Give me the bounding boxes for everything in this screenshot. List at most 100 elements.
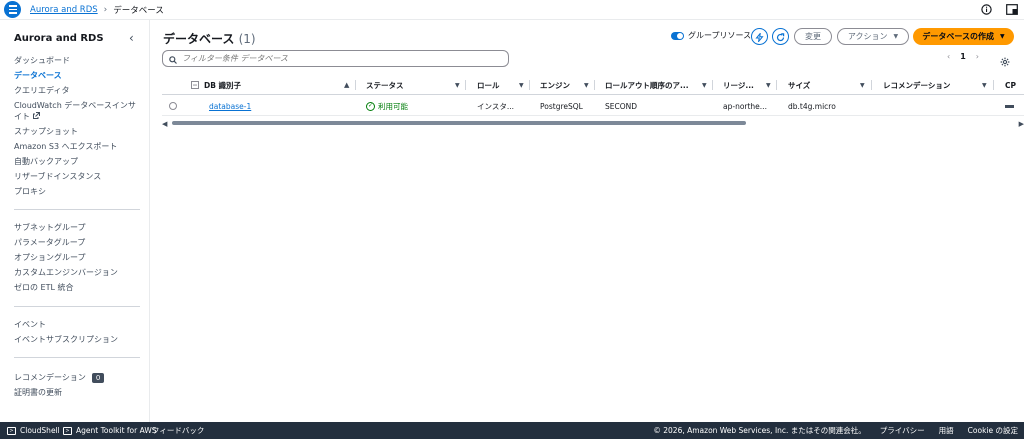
rollout-cell: SECOND [605, 101, 638, 111]
sort-icon[interactable]: ▼ [455, 82, 460, 89]
terminal-icon: > [7, 426, 16, 435]
modify-button[interactable]: 変更 [794, 28, 832, 45]
chevron-right-icon: › [103, 4, 108, 15]
sort-icon[interactable]: ▼ [519, 82, 524, 89]
sidebar-item-proxies[interactable]: プロキシ [14, 184, 142, 199]
scroll-left-icon[interactable]: ◀ [162, 120, 167, 128]
sidebar-item-reserved-instances[interactable]: リザーブドインスタンス [14, 169, 142, 184]
terms-link[interactable]: 用語 [939, 425, 954, 436]
refresh-button[interactable] [772, 28, 789, 45]
sort-icon[interactable]: ▼ [584, 82, 589, 89]
info-icon[interactable] [980, 3, 992, 15]
sort-icon[interactable]: ▼ [702, 82, 707, 89]
collapse-sidebar-icon[interactable]: ‹ [129, 31, 134, 45]
create-database-button[interactable]: データベースの作成 ▼ [913, 28, 1014, 45]
sort-icon[interactable]: ▼ [860, 82, 865, 89]
sidebar-item-export-s3[interactable]: Amazon S3 へエクスポート [14, 139, 142, 154]
column-divider [465, 80, 466, 90]
sidebar-item-databases[interactable]: データベース [14, 68, 142, 83]
sidebar-item-zero-etl[interactable]: ゼロの ETL 統合 [14, 280, 118, 295]
db-identifier-link[interactable]: database-1 [209, 102, 251, 111]
page-title: データベース (1) [163, 30, 256, 47]
table-preferences-gear-icon[interactable] [1000, 52, 1010, 71]
page-title-text: データベース [163, 32, 235, 46]
column-header-engine[interactable]: エンジン [540, 75, 570, 95]
previous-page-icon[interactable]: ‹ [947, 52, 950, 61]
group-resources-label: グループリソース [688, 31, 752, 40]
sidebar-item-event-subscriptions[interactable]: イベントサブスクリプション [14, 332, 118, 347]
main-content: データベース (1) グループリソース 変更 アクション ▼ データベースの作成… [150, 20, 1024, 422]
top-bar: Aurora and RDS › データベース [0, 0, 1024, 20]
column-header-status[interactable]: ステータス [366, 75, 404, 95]
sidebar-item-option-groups[interactable]: オプショングループ [14, 250, 118, 265]
column-header-cpu[interactable]: CP [1005, 75, 1016, 95]
sidebar-item-certificate-update[interactable]: 証明書の更新 [14, 385, 104, 400]
sidebar-item-cloudwatch-insights[interactable]: CloudWatch データベースインサイト [14, 98, 142, 124]
column-divider [776, 80, 777, 90]
column-header-label: エンジン [540, 80, 570, 90]
sidebar-divider [14, 306, 140, 307]
sidebar-group-config: サブネットグループ パラメータグループ オプショングループ カスタムエンジンバー… [14, 220, 118, 295]
column-divider [594, 80, 595, 90]
group-resources-toggle[interactable] [671, 31, 684, 40]
sidebar-item-custom-engine-versions[interactable]: カスタムエンジンバージョン [14, 265, 118, 280]
breadcrumb-root-link[interactable]: Aurora and RDS [30, 5, 98, 15]
column-header-region[interactable]: リージ... [723, 75, 754, 95]
column-header-role[interactable]: ロール [477, 75, 500, 95]
scrollbar-thumb[interactable] [172, 121, 746, 125]
region-cell: ap-northe... [723, 101, 767, 111]
sidebar-item-recommendations-label: レコメンデーション [14, 373, 86, 382]
row-select-radio[interactable] [169, 102, 177, 110]
sidebar-item-dashboard[interactable]: ダッシュボード [14, 53, 142, 68]
scroll-right-icon[interactable]: ▶ [1019, 120, 1024, 128]
sidebar-item-query-editor[interactable]: クエリエディタ [14, 83, 142, 98]
success-check-icon: ✓ [366, 101, 375, 111]
sort-icon[interactable]: ▼ [766, 82, 771, 89]
column-divider [993, 80, 994, 90]
horizontal-scrollbar[interactable]: ◀ ▶ [162, 120, 1024, 128]
privacy-link[interactable]: プライバシー [880, 425, 925, 436]
column-header-recommendations[interactable]: レコメンデーション [883, 75, 950, 95]
sidebar-item-events[interactable]: イベント [14, 317, 118, 332]
cpu-usage-bar [1005, 105, 1014, 108]
agent-toolkit-button[interactable]: > Agent Toolkit for AWS [63, 426, 157, 435]
current-page-number[interactable]: 1 [960, 52, 966, 61]
sidebar-item-automated-backups[interactable]: 自動バックアップ [14, 154, 142, 169]
enable-insights-button[interactable] [751, 28, 768, 45]
sidebar-item-subnet-groups[interactable]: サブネットグループ [14, 220, 118, 235]
sort-ascending-icon[interactable]: ▲ [344, 81, 349, 89]
next-page-icon[interactable]: › [976, 52, 979, 61]
sidebar-divider [14, 357, 140, 358]
recommendations-count-badge: 0 [91, 372, 105, 383]
cloudshell-button[interactable]: > CloudShell [7, 426, 60, 435]
feedback-link[interactable]: フィードバック [152, 425, 204, 436]
column-header-rollout-order[interactable]: ロールアウト順序のア... [605, 75, 689, 95]
status-text: 利用可能 [378, 101, 408, 111]
column-divider [529, 80, 530, 90]
filter-search-input[interactable] [182, 54, 492, 63]
column-divider [712, 80, 713, 90]
external-link-icon [32, 112, 40, 121]
sidebar-item-snapshots[interactable]: スナップショット [14, 124, 142, 139]
select-all-checkbox-icon[interactable] [191, 75, 199, 95]
actions-button[interactable]: アクション ▼ [837, 28, 909, 45]
menu-icon[interactable] [4, 1, 21, 18]
sidebar-group-main: ダッシュボード データベース クエリエディタ CloudWatch データベース… [14, 53, 142, 199]
sidebar-item-parameter-groups[interactable]: パラメータグループ [14, 235, 118, 250]
column-header-size[interactable]: サイズ [788, 75, 810, 95]
sidebar-item-recommendations[interactable]: レコメンデーション 0 [14, 370, 105, 385]
sort-icon[interactable]: ▼ [982, 82, 987, 89]
column-header-label: CP [1005, 80, 1017, 90]
column-header-label: レコメンデーション [883, 80, 951, 90]
breadcrumb-current: データベース [113, 5, 164, 16]
agent-toolkit-label: Agent Toolkit for AWS [76, 426, 157, 435]
refresh-icon [776, 27, 785, 46]
column-header-label: ステータス [366, 80, 404, 90]
feedback-label: フィードバック [152, 426, 205, 435]
size-cell: db.t4g.micro [788, 101, 836, 111]
column-header-db-identifier[interactable]: DB 識別子 [204, 75, 241, 95]
split-panel-icon[interactable] [1006, 3, 1018, 15]
filter-search-box [162, 50, 509, 67]
caret-down-icon: ▼ [893, 33, 899, 40]
cookie-settings-link[interactable]: Cookie の設定 [968, 425, 1018, 436]
